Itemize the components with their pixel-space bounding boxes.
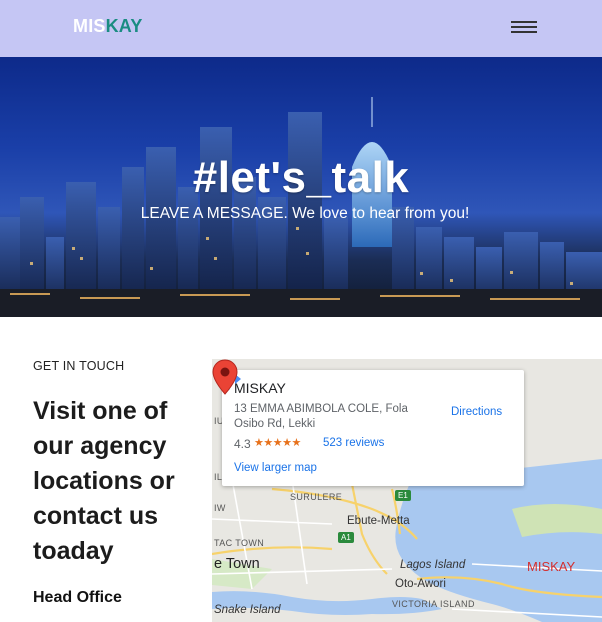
logo[interactable]: MISKAY [73,16,143,37]
map-pin-label: MISKAY [527,559,576,574]
road-badge-e1: E1 [395,490,411,501]
map-label-surulere: SURULERE [290,492,343,502]
navbar: MISKAY [0,0,602,57]
logo-part-2: KAY [105,16,143,36]
hamburger-menu-icon[interactable] [511,19,537,35]
head-office-label: Head Office [33,589,122,606]
reviews-link[interactable]: 523 reviews [323,437,384,449]
map-label-lagos-island: Lagos Island [400,559,466,571]
map-label-tac-town: TAC TOWN [214,538,265,548]
section-eyebrow: GET IN TOUCH [33,359,125,373]
map-label-oto-awori: Oto-Awori [395,578,446,590]
place-info-card: MISKAY 13 EMMA ABIMBOLA COLE, Fola Osibo… [222,370,524,486]
road-badge-a1: A1 [338,532,354,543]
section-heading: Visit one of our agency locations or con… [33,397,175,565]
google-map-embed[interactable]: E1 A1 ILO IW IU SURULERE Ebute-Metta TAC… [212,359,602,622]
map-label-snake-island: Snake Island [214,604,281,616]
map-label-victoria-island: VICTORIA ISLAND [392,599,475,609]
map-label-e-town: e Town [214,556,260,572]
directions-link[interactable]: Directions [451,406,502,418]
place-address: 13 EMMA ABIMBOLA COLE, Fola Osibo Rd, Le… [234,403,408,430]
rating-stars: ★★★★★ [254,437,301,449]
map-pin-icon[interactable] [212,359,238,395]
map-label-iw: IW [214,503,226,513]
place-rating: 4.3 [234,437,251,451]
hero-subtitle: LEAVE A MESSAGE. We love to hear from yo… [140,205,470,222]
view-larger-map-link[interactable]: View larger map [234,462,317,474]
map-label-ebute-metta: Ebute-Metta [347,515,410,527]
hero-banner: #let's_talk LEAVE A MESSAGE. We love to … [0,57,602,317]
hero-title: #let's_talk [192,153,410,202]
logo-part-1: MIS [73,16,106,36]
